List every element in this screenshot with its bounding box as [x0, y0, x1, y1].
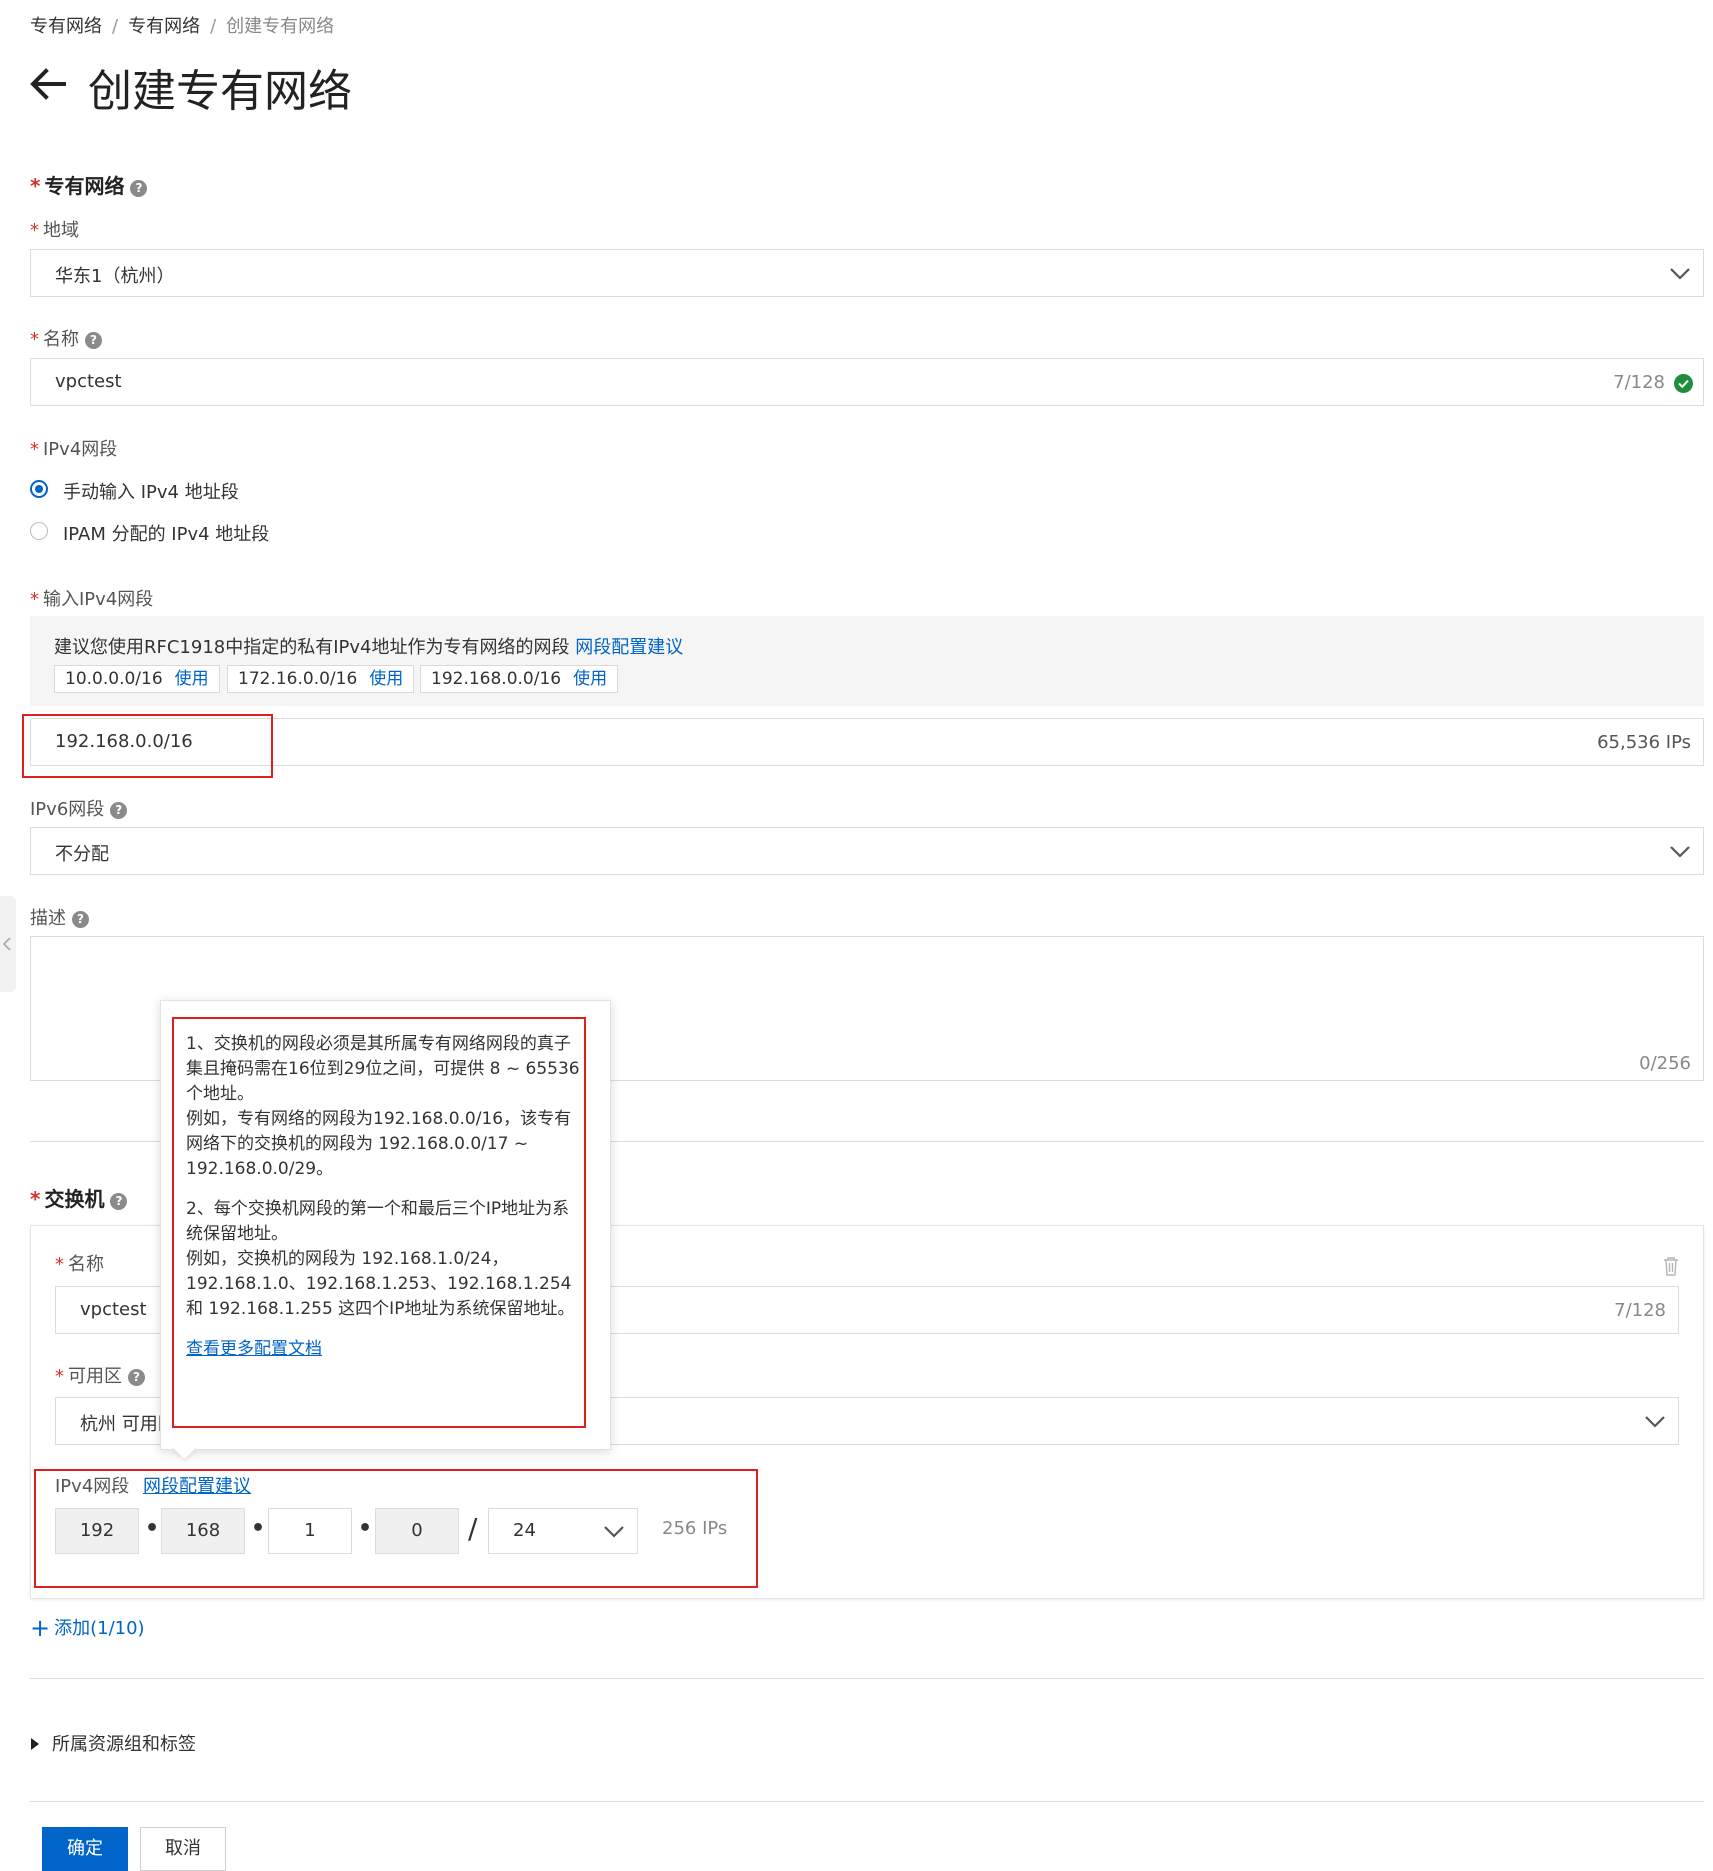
annotation-highlight-box [34, 1469, 758, 1588]
vpc-cidr-input[interactable]: 192.168.0.0/16 65,536 IPs [30, 718, 1704, 766]
required-mark: * [30, 174, 41, 198]
vswitch-section-title-text: 交换机 [44, 1187, 105, 1211]
required-mark: * [30, 220, 39, 241]
side-panel-toggle[interactable] [0, 896, 16, 992]
add-vswitch-label: 添加(1/10) [54, 1618, 145, 1639]
breadcrumb-item-vpc-list[interactable]: 专有网络 [128, 16, 200, 37]
caret-right-icon [31, 1738, 39, 1750]
vpc-name-label-text: 名称 [43, 329, 79, 350]
check-circle-icon [1674, 374, 1693, 393]
resource-group-label: 所属资源组和标签 [52, 1734, 196, 1755]
help-icon[interactable]: ? [128, 1369, 145, 1386]
vswitch-name-counter: 7/128 [1614, 1300, 1666, 1321]
chevron-left-icon [2, 937, 11, 951]
help-icon[interactable]: ? [110, 1193, 128, 1210]
trash-icon[interactable] [1663, 1256, 1679, 1276]
vpc-name-label: * 名称? [30, 325, 102, 351]
vpc-section-title: * 专有网络? [30, 170, 148, 199]
breadcrumb-item-current: 创建专有网络 [226, 16, 335, 37]
required-mark: * [30, 329, 39, 350]
chevron-down-icon [1670, 268, 1690, 280]
ipv6-label: IPv6网段? [30, 795, 128, 821]
vpc-name-counter: 7/128 [1613, 372, 1665, 393]
radio-ipam-ipv4-label[interactable]: IPAM 分配的 IPv4 地址段 [63, 520, 269, 546]
vpc-cidr-ip-count: 65,536 IPs [1597, 732, 1691, 753]
required-mark: * [55, 1366, 64, 1387]
ipv6-label-text: IPv6网段 [30, 799, 105, 820]
breadcrumb-separator: / [112, 16, 119, 37]
cidr-suggestion-message: 建议您使用RFC1918中指定的私有IPv4地址作为专有网络的网段 [54, 637, 570, 658]
vpc-name-value: vpctest [55, 371, 122, 392]
vpc-section-title-text: 专有网络 [44, 174, 125, 198]
annotation-highlight-box [22, 714, 273, 778]
page-title: 创建专有网络 [88, 66, 352, 117]
cidr-suggestion-text: 建议您使用RFC1918中指定的私有IPv4地址作为专有网络的网段 网段配置建议 [54, 633, 683, 659]
required-mark: * [30, 589, 39, 610]
description-label: 描述? [30, 904, 89, 930]
radio-ipam-ipv4[interactable] [30, 522, 48, 540]
breadcrumb-separator: / [210, 16, 217, 37]
ipv6-select-value: 不分配 [55, 844, 109, 865]
section-divider [30, 1801, 1704, 1802]
help-icon[interactable]: ? [110, 802, 128, 819]
arrow-left-icon[interactable] [28, 66, 68, 102]
required-mark: * [30, 1187, 41, 1211]
help-icon[interactable]: ? [130, 180, 148, 197]
resource-group-toggle[interactable]: 所属资源组和标签 [30, 1730, 196, 1756]
cidr-preset-chip: 10.0.0.0/16 使用 [54, 665, 220, 693]
radio-manual-ipv4[interactable] [30, 480, 48, 498]
radio-manual-ipv4-label[interactable]: 手动输入 IPv4 地址段 [63, 478, 239, 504]
required-mark: * [55, 1254, 64, 1275]
description-counter: 0/256 [1639, 1053, 1691, 1074]
cidr-preset-value: 172.16.0.0/16 [238, 669, 358, 689]
vswitch-name-label-text: 名称 [68, 1254, 104, 1275]
vswitch-name-label: * 名称 [55, 1250, 104, 1276]
use-preset-button[interactable]: 使用 [369, 669, 403, 689]
use-preset-button[interactable]: 使用 [573, 669, 607, 689]
description-label-text: 描述 [30, 908, 66, 929]
ipv6-select[interactable]: 不分配 [30, 827, 1704, 875]
cidr-preset-chip: 192.168.0.0/16 使用 [420, 665, 619, 693]
ipv4-input-label: * 输入IPv4网段 [30, 585, 153, 611]
use-preset-button[interactable]: 使用 [175, 669, 209, 689]
annotation-highlight-box [172, 1017, 586, 1428]
section-divider [30, 1678, 1704, 1679]
region-select[interactable]: 华东1（杭州） [30, 249, 1704, 297]
region-label: * 地域 [30, 216, 79, 242]
vswitch-section-title: * 交换机? [30, 1183, 128, 1212]
vpc-name-input[interactable]: vpctest 7/128 [30, 358, 1704, 406]
vswitch-name-value: vpctest [80, 1299, 147, 1320]
cidr-preset-value: 192.168.0.0/16 [431, 669, 562, 689]
ipv4-input-label-text: 输入IPv4网段 [43, 589, 154, 610]
zone-label: * 可用区? [55, 1362, 145, 1388]
confirm-button[interactable]: 确定 [42, 1827, 128, 1871]
ipv4-mode-label-text: IPv4网段 [43, 439, 118, 460]
cidr-suggestion-panel: 建议您使用RFC1918中指定的私有IPv4地址作为专有网络的网段 网段配置建议… [30, 616, 1704, 706]
cancel-button[interactable]: 取消 [140, 1827, 226, 1871]
region-label-text: 地域 [43, 220, 79, 241]
breadcrumb: 专有网络 / 专有网络 / 创建专有网络 [30, 12, 334, 38]
zone-label-text: 可用区 [68, 1366, 122, 1387]
ipv4-mode-label: * IPv4网段 [30, 435, 117, 461]
chevron-down-icon [1645, 1416, 1665, 1428]
help-icon[interactable]: ? [72, 911, 89, 928]
required-mark: * [30, 439, 39, 460]
help-icon[interactable]: ? [85, 332, 102, 349]
breadcrumb-item-vpc[interactable]: 专有网络 [30, 16, 102, 37]
cidr-suggestion-link[interactable]: 网段配置建议 [575, 637, 683, 658]
chevron-down-icon [1670, 846, 1690, 858]
cidr-preset-value: 10.0.0.0/16 [65, 669, 163, 689]
plus-icon: + [30, 1614, 51, 1642]
add-vswitch-button[interactable]: + 添加(1/10) [30, 1614, 145, 1642]
cidr-preset-chip: 172.16.0.0/16 使用 [227, 665, 415, 693]
region-select-value: 华东1（杭州） [55, 266, 175, 287]
